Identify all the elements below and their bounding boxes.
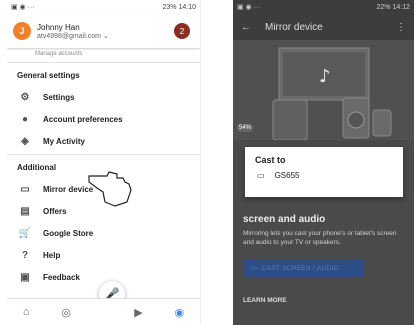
- right-phone-screen: ▣ ◉ ··· 22% 14:12 ← Mirror device ⋮ ♪ 54…: [233, 0, 414, 325]
- menu-item-label: Offers: [43, 206, 67, 216]
- back-arrow-icon[interactable]: ←: [241, 22, 251, 33]
- device-option[interactable]: ▭ GS655: [245, 169, 403, 182]
- content: screen and audio Mirroring lets you cast…: [233, 214, 414, 304]
- cart-icon: 🛒: [18, 227, 32, 239]
- pointing-hand-icon: [88, 171, 132, 207]
- cast-icon: ▭: [20, 183, 30, 195]
- gear-icon: ⚙: [20, 91, 30, 103]
- overflow-menu-icon[interactable]: ⋮: [396, 22, 406, 33]
- feedback-icon: ▣: [20, 271, 30, 283]
- devices-illustration: ♪: [272, 47, 392, 141]
- dialog-title: Cast to: [255, 155, 286, 165]
- illustration: ♪: [233, 40, 414, 141]
- cast-screen-button[interactable]: ▭ CAST SCREEN / AUDIO: [243, 259, 363, 277]
- account-email[interactable]: atv4998@gmail.com ⌄: [37, 32, 109, 40]
- tv-icon: ▭: [257, 171, 265, 180]
- cast-icon: ▭: [251, 265, 258, 272]
- help-icon: ?: [21, 249, 29, 261]
- volume-percent-badge: 54%: [237, 124, 254, 132]
- menu-item-settings[interactable]: ⚙ Settings: [7, 86, 200, 108]
- left-phone-screen: ▣ ◉ ··· 23% 14:10 J Johnny Han atv4998@g…: [7, 0, 201, 325]
- avatar[interactable]: J: [13, 22, 31, 40]
- account-header[interactable]: J Johnny Han atv4998@gmail.com ⌄ 2: [7, 14, 200, 48]
- menu-item-my-activity[interactable]: ◈ My Activity: [7, 130, 200, 152]
- app-bar: ← Mirror device ⋮: [233, 14, 414, 40]
- cast-to-dialog: Cast to ▭ GS655: [245, 147, 403, 197]
- menu-item-label: Account preferences: [43, 114, 123, 124]
- menu-item-label: Help: [43, 250, 61, 260]
- notification-icons: ▣ ◉ ···: [237, 4, 261, 11]
- status-bar: ▣ ◉ ··· 23% 14:10: [7, 0, 200, 14]
- manage-accounts-row[interactable]: Manage accounts: [7, 48, 200, 60]
- menu-item-label: Settings: [43, 92, 75, 102]
- menu-item-account-preferences[interactable]: ● Account preferences: [7, 108, 200, 130]
- bottom-nav: ⌂ ◎ ▶ ◉: [7, 298, 200, 325]
- section-general-settings: General settings: [17, 71, 80, 80]
- account-name: Johnny Han: [37, 22, 80, 32]
- learn-more-link[interactable]: LEARN MORE: [243, 297, 404, 304]
- status-bar: ▣ ◉ ··· 22% 14:12: [233, 0, 414, 14]
- description: Mirroring lets you cast your phone's or …: [243, 230, 397, 246]
- battery-time: 23% 14:10: [162, 3, 196, 11]
- menu-item-google-store[interactable]: 🛒 Google Store: [7, 222, 200, 244]
- explore-icon[interactable]: ◎: [61, 306, 71, 319]
- menu-item-label: Google Store: [43, 228, 94, 238]
- notification-icons: ▣ ◉ ···: [11, 4, 35, 11]
- secondary-account-badge[interactable]: 2: [174, 23, 190, 39]
- account-icon[interactable]: ◉: [174, 306, 184, 319]
- cast-button-label: CAST SCREEN / AUDIO: [261, 264, 339, 272]
- device-name: GS655: [274, 171, 300, 180]
- battery-time: 22% 14:12: [376, 3, 410, 11]
- menu-item-label: Feedback: [43, 272, 80, 282]
- svg-text:♪: ♪: [319, 66, 331, 87]
- menu-item-help[interactable]: ? Help: [7, 244, 200, 266]
- heading: screen and audio: [243, 214, 326, 225]
- menu-item-label: My Activity: [43, 136, 85, 146]
- app-bar-title: Mirror device: [265, 21, 323, 33]
- divider: [7, 154, 200, 155]
- compass-icon: ◈: [21, 135, 29, 147]
- offer-icon: ▤: [20, 205, 30, 217]
- home-icon[interactable]: ⌂: [23, 306, 30, 318]
- person-icon: ●: [21, 113, 29, 125]
- divider: [7, 62, 200, 63]
- media-icon[interactable]: ▶: [134, 306, 142, 319]
- menu-item-label: Mirror device: [43, 184, 94, 194]
- status-right: 23% 14:10: [163, 4, 196, 11]
